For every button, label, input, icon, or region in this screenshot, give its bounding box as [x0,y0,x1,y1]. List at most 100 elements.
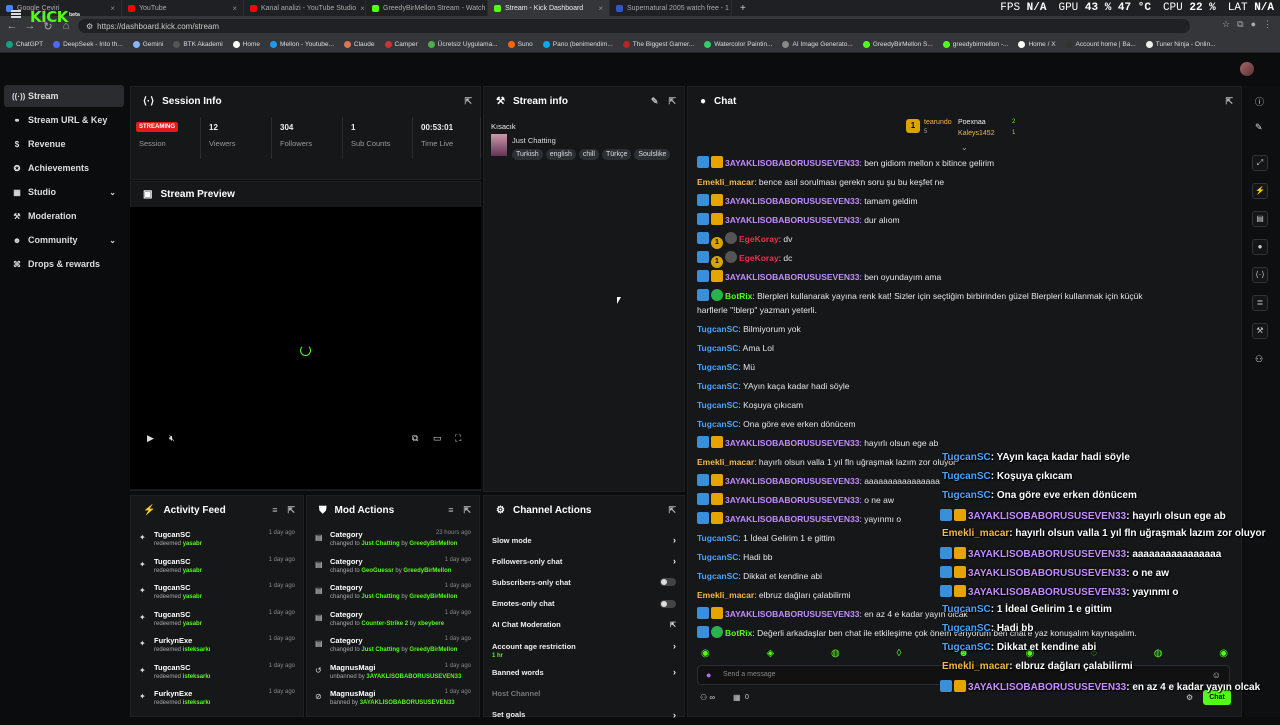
sidebar-item-studio[interactable]: ▦ Studio ⌄ [4,181,124,203]
filter-icon[interactable]: ≡ [272,505,277,516]
activity-user[interactable]: TugcanSC [154,557,191,566]
edit-icon[interactable]: ✎ [1255,122,1263,133]
stream-tag[interactable]: Türkçe [601,149,632,160]
activity-user[interactable]: TugcanSC [154,530,191,539]
mute-icon[interactable]: 🔇︎ [169,433,175,444]
mod-action-by[interactable]: xbeybere [418,621,444,627]
chat-username[interactable]: 3AYAKLISOBABORUSUSEVEN33 [968,587,1126,598]
chat-username[interactable]: TugcanSC [697,533,738,543]
browser-tab[interactable]: GreedyBirMellon Stream - Watch l× [366,0,488,16]
mic-icon[interactable]: ● [706,670,711,680]
bookmark-item[interactable]: AI Image Generato... [782,40,853,48]
fullscreen-icon[interactable]: ⛶ [455,433,461,444]
sidebar-item-stream-url-key[interactable]: ⚭ Stream URL & Key [4,109,124,131]
activity-user[interactable]: TugcanSC [154,663,191,672]
chat-username[interactable]: TugcanSC [697,419,738,429]
chat-username[interactable]: 3AYAKLISOBABORUSUSEVEN33 [968,568,1126,579]
popout-icon[interactable]: ⇱ [668,505,676,516]
tool-document-icon[interactable]: ▤ [1252,211,1268,227]
chat-username[interactable]: Emekli_macar [697,177,754,187]
chevron-right-icon[interactable]: › [673,641,676,651]
emoji-icon[interactable]: ☺ [1212,670,1221,680]
emote-icon[interactable]: ◉ [701,648,710,662]
bookmark-item[interactable]: The Biggest Gamer... [622,40,694,48]
mod-action-by[interactable]: GreedyBirMellon [409,541,457,547]
chevron-down-icon[interactable]: ⌄ [109,236,116,245]
chat-username[interactable]: 3AYAKLISOBABORUSUSEVEN33 [968,511,1126,522]
mod-action-target[interactable]: 3AYAKLISOBABORUSUSEVEN33 [360,700,455,706]
user-avatar[interactable] [1240,62,1254,76]
external-link-icon[interactable]: ⇱ [670,621,676,629]
profile-icon[interactable]: ● [1251,19,1256,30]
chevron-down-icon[interactable]: ⌄ [109,188,116,197]
stream-tag[interactable]: english [545,149,576,160]
gift-icon[interactable]: ▦ [733,693,741,702]
channel-action-followers-only-chat[interactable]: Followers-only chat › [492,551,676,571]
chat-username[interactable]: Emekli_macar [697,457,754,467]
bookmark-item[interactable]: Home [232,40,260,48]
channel-action-banned-words[interactable]: Banned words › [492,662,676,682]
bookmark-item[interactable]: Account home | Ba... [1065,40,1136,48]
pip-icon[interactable]: ⧉ [412,433,418,444]
sidebar-item-achievements[interactable]: ✪ Achievements [4,157,124,179]
channel-action-account-age-restriction[interactable]: Account age restriction › 1 hr [492,636,676,659]
chat-username[interactable]: EgeKoray [739,253,779,263]
browser-tab[interactable]: YouTube × [122,0,244,16]
mod-action-by[interactable]: GreedyBirMellon [403,568,451,574]
sidebar-item-revenue[interactable]: $ Revenue [4,133,124,155]
mod-action-by[interactable]: GreedyBirMellon [409,647,457,653]
chevron-right-icon[interactable]: › [673,556,676,566]
chat-username[interactable]: TugcanSC [942,604,991,615]
bookmark-item[interactable]: Claude [343,40,375,48]
chat-username[interactable]: TugcanSC [697,362,738,372]
back-icon[interactable]: ← [6,20,18,32]
activity-user[interactable]: FurkynExe [154,689,192,698]
bookmark-item[interactable]: DeepSeek - Into th... [53,40,123,48]
emote-icon[interactable]: ◍ [1154,648,1163,662]
toggle-switch[interactable] [660,578,676,587]
stream-tag[interactable]: Soulslike [634,149,671,160]
chat-username[interactable]: 3AYAKLISOBABORUSUSEVEN33 [725,215,859,225]
channel-action-subscribers-only-chat[interactable]: Subscribers-only chat [492,572,676,592]
bookmark-item[interactable]: Tuner Ninja - Onlin... [1145,40,1216,48]
popout-icon[interactable]: ⇱ [463,505,471,516]
bookmark-item[interactable]: GreedyBirMellon S... [862,40,933,48]
kick-logo[interactable]: KICKbeta [30,8,80,26]
tool-users-icon[interactable]: ⚇ [1255,354,1263,365]
chat-username[interactable]: Emekli_macar [942,528,1009,539]
channel-action-emotes-only-chat[interactable]: Emotes-only chat [492,594,676,614]
chat-username[interactable]: TugcanSC [942,623,991,634]
bookmark-item[interactable]: Camper [384,40,418,48]
chat-username[interactable]: TugcanSC [697,381,738,391]
chat-username[interactable]: TugcanSC [942,471,991,482]
channel-action-ai-chat-moderation[interactable]: AI Chat Moderation ⇱ [492,615,676,635]
chat-username[interactable]: TugcanSC [942,490,991,501]
chat-username[interactable]: 3AYAKLISOBABORUSUSEVEN33 [725,196,859,206]
popout-icon[interactable]: ⇱ [668,96,676,107]
popout-icon[interactable]: ⇱ [464,96,472,107]
sidebar-item-drops-rewards[interactable]: ⌘ Drops & rewards [4,253,124,275]
close-tab-icon[interactable]: × [232,4,237,13]
edit-icon[interactable]: ✎ [651,96,659,107]
emote-icon[interactable]: ◍ [831,648,840,662]
tool-list-icon[interactable]: ≣ [1252,295,1268,311]
menu-icon[interactable]: ⋮ [1263,19,1272,30]
bookmark-item[interactable]: Watercolor Paintin... [704,40,772,48]
filter-icon[interactable]: ≡ [448,505,453,516]
chat-username[interactable]: 3AYAKLISOBABORUSUSEVEN33 [725,438,859,448]
bookmark-item[interactable]: ChatGPT [6,40,43,48]
chat-username[interactable]: 3AYAKLISOBABORUSUSEVEN33 [725,609,859,619]
chat-username[interactable]: 3AYAKLISOBABORUSUSEVEN33 [725,495,859,505]
users-icon[interactable]: ⚇ ∞ [700,693,715,702]
emote-icon[interactable]: ◊ [896,648,901,662]
chevron-right-icon[interactable]: › [673,710,676,720]
chat-username[interactable]: TugcanSC [697,324,738,334]
chat-username[interactable]: Emekli_macar [697,590,754,600]
chevron-right-icon[interactable]: › [673,535,676,545]
chat-username[interactable]: 3AYAKLISOBABORUSUSEVEN33 [725,272,859,282]
chat-username[interactable]: TugcanSC [942,452,991,463]
bookmark-item[interactable]: Gemini [132,40,163,48]
play-icon[interactable]: ▶ [147,433,154,444]
chat-username[interactable]: BotRix [725,628,752,638]
chat-username[interactable]: 3AYAKLISOBABORUSUSEVEN33 [725,514,859,524]
